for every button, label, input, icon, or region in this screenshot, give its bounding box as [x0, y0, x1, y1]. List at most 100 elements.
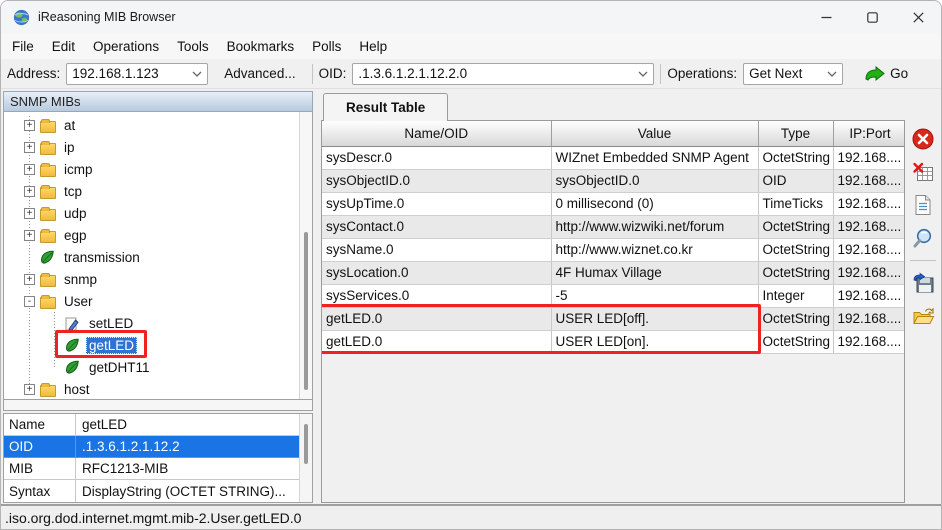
menu-bookmarks[interactable]: Bookmarks [218, 35, 304, 58]
tree-item-label: tcp [61, 183, 85, 200]
cell-value: 0 millisecond (0) [551, 192, 758, 215]
property-row-mib[interactable]: MIB RFC1213-MIB [4, 458, 299, 480]
tab-result-table[interactable]: Result Table [323, 93, 448, 121]
tree-item-host[interactable]: + host [4, 378, 299, 399]
table-row[interactable]: sysDescr.0 WIZnet Embedded SNMP Agent Oc… [322, 146, 905, 169]
expand-toggle-icon[interactable]: + [24, 142, 35, 153]
expand-toggle-icon[interactable]: + [24, 230, 35, 241]
table-row[interactable]: sysName.0 http://www.wiznet.co.kr OctetS… [322, 238, 905, 261]
tree-panel-header: SNMP MIBs [3, 91, 313, 112]
chevron-down-icon [192, 71, 202, 77]
property-row-syntax[interactable]: Syntax DisplayString (OCTET STRING)... [4, 480, 299, 502]
expand-toggle-icon[interactable]: + [24, 164, 35, 175]
property-row-name[interactable]: Name getLED [4, 414, 299, 436]
tree-item-at[interactable]: + at [4, 114, 299, 136]
save-results-icon[interactable] [911, 271, 935, 295]
menu-file[interactable]: File [3, 35, 43, 58]
menu-tools[interactable]: Tools [168, 35, 218, 58]
mib-tree-panel: SNMP MIBs + at + ip [1, 89, 315, 504]
table-row[interactable]: sysContact.0 http://www.wizwiki.net/foru… [322, 215, 905, 238]
table-row[interactable]: sysUpTime.0 0 millisecond (0) TimeTicks … [322, 192, 905, 215]
result-table-area: Name/OID Value Type IP:Port sysDescr.0 W… [321, 120, 905, 503]
tree-item-user[interactable]: - User [4, 290, 299, 312]
status-bar: .iso.org.dod.internet.mgmt.mib-2.User.ge… [1, 504, 941, 529]
menu-operations[interactable]: Operations [84, 35, 168, 58]
folder-icon [40, 382, 57, 397]
tree-item-label: transmission [61, 249, 143, 266]
column-header-ip-port[interactable]: IP:Port [833, 121, 905, 146]
window-title: iReasoning MIB Browser [38, 10, 176, 24]
menu-bar: File Edit Operations Tools Bookmarks Pol… [1, 33, 941, 59]
property-key: OID [4, 436, 76, 457]
cell-type: OctetString [758, 307, 833, 330]
address-toolbar: Address: 192.168.1.123 Advanced... OID: … [1, 59, 941, 89]
cell-type: TimeTicks [758, 192, 833, 215]
tree-item-icmp[interactable]: + icmp [4, 158, 299, 180]
tree-item-getled[interactable]: getLED [4, 334, 299, 356]
operations-combobox[interactable]: Get Next [743, 63, 843, 85]
expand-toggle-icon[interactable]: + [24, 384, 35, 395]
go-button[interactable]: Go [863, 66, 908, 82]
tree-item-transmission[interactable]: transmission [4, 246, 299, 268]
expand-toggle-icon[interactable]: + [24, 120, 35, 131]
address-combobox[interactable]: 192.168.1.123 [66, 63, 208, 85]
tree-item-snmp[interactable]: + snmp [4, 268, 299, 290]
leaf-icon [40, 250, 57, 265]
open-session-icon[interactable] [911, 304, 935, 328]
tree-vertical-scrollbar[interactable] [299, 112, 312, 399]
tree-item-ip[interactable]: + ip [4, 136, 299, 158]
tree-item-setled[interactable]: setLED [4, 312, 299, 334]
folder-icon [40, 206, 57, 221]
tree-item-tcp[interactable]: + tcp [4, 180, 299, 202]
property-row-oid[interactable]: OID .1.3.6.1.2.1.12.2 [4, 436, 299, 458]
folder-icon [40, 118, 57, 133]
result-panel: Result Table Name/OID Value Type IP:Port [315, 89, 905, 504]
tree-horizontal-scrollbar[interactable] [3, 400, 313, 411]
status-oid-path: .iso.org.dod.internet.mgmt.mib-2.User.ge… [5, 510, 301, 526]
cell-type: Integer [758, 284, 833, 307]
menu-edit[interactable]: Edit [43, 35, 84, 58]
cell-type: OctetString [758, 330, 833, 353]
folder-icon [40, 184, 57, 199]
maximize-button[interactable] [849, 1, 895, 33]
result-tab-bar: Result Table [321, 91, 905, 121]
scrollbar-thumb[interactable] [304, 424, 308, 464]
cell-name: sysName.0 [322, 238, 551, 261]
tree-item-label: setLED [86, 315, 136, 332]
tree-item-egp[interactable]: + egp [4, 224, 299, 246]
close-button[interactable] [895, 1, 941, 33]
clear-table-icon[interactable] [911, 160, 935, 184]
menu-help[interactable]: Help [350, 35, 396, 58]
address-value: 192.168.1.123 [72, 66, 188, 81]
oid-label: OID: [319, 66, 347, 81]
oid-combobox[interactable]: .1.3.6.1.2.1.12.2.0 [352, 63, 654, 85]
export-document-icon[interactable] [911, 193, 935, 217]
properties-vertical-scrollbar[interactable] [299, 414, 312, 502]
address-label: Address: [7, 66, 60, 81]
table-row[interactable]: sysLocation.0 4F Humax Village OctetStri… [322, 261, 905, 284]
folder-icon [40, 272, 57, 287]
tree-item-udp[interactable]: + udp [4, 202, 299, 224]
tree-item-getdht11[interactable]: getDHT11 [4, 356, 299, 378]
cell-ip-port: 192.168.... [833, 169, 905, 192]
search-icon[interactable] [911, 226, 935, 250]
column-header-value[interactable]: Value [551, 121, 758, 146]
property-value: DisplayString (OCTET STRING)... [76, 480, 299, 502]
go-button-label: Go [890, 66, 908, 81]
expand-toggle-icon[interactable]: + [24, 186, 35, 197]
stop-icon[interactable] [911, 127, 935, 151]
table-row[interactable]: sysObjectID.0 sysObjectID.0 OID 192.168.… [322, 169, 905, 192]
property-value: .1.3.6.1.2.1.12.2 [76, 436, 299, 457]
column-header-name-oid[interactable]: Name/OID [322, 121, 551, 146]
collapse-toggle-icon[interactable]: - [24, 296, 35, 307]
menu-polls[interactable]: Polls [303, 35, 350, 58]
scrollbar-thumb[interactable] [304, 232, 308, 390]
column-header-type[interactable]: Type [758, 121, 833, 146]
property-value: RFC1213-MIB [76, 458, 299, 479]
minimize-button[interactable] [803, 1, 849, 33]
expand-toggle-icon[interactable]: + [24, 208, 35, 219]
advanced-button[interactable]: Advanced... [214, 64, 305, 83]
expand-toggle-icon[interactable]: + [24, 274, 35, 285]
cell-ip-port: 192.168.... [833, 215, 905, 238]
go-arrow-icon [863, 66, 885, 82]
